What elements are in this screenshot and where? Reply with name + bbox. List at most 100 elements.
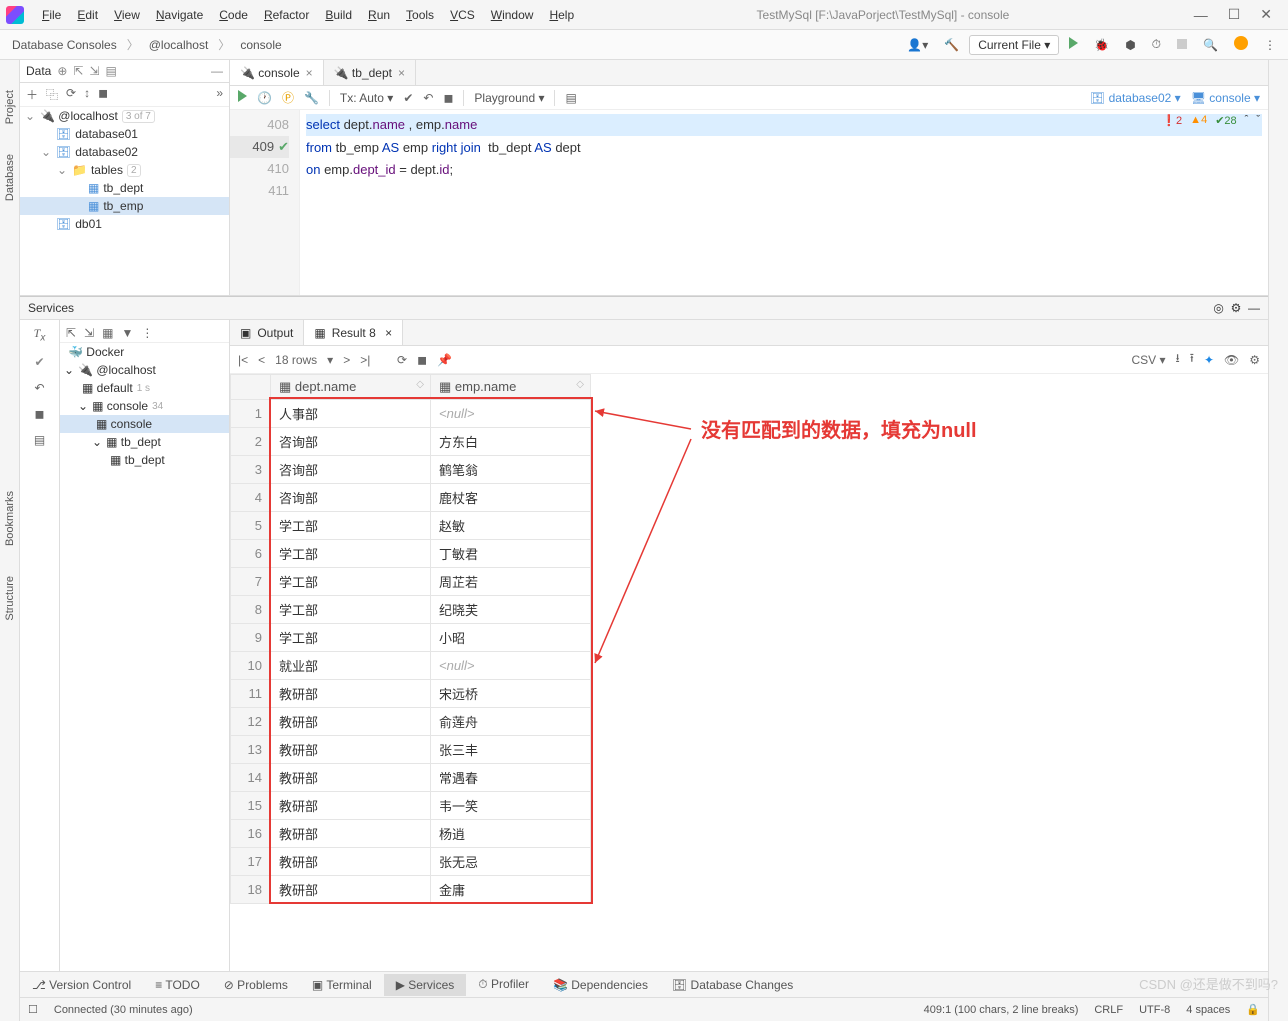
add-icon[interactable]: ⊕ — [57, 64, 67, 78]
playground-dropdown[interactable]: Playground ▾ — [474, 91, 544, 105]
menu-view[interactable]: View — [106, 4, 148, 26]
menu-run[interactable]: Run — [360, 4, 398, 26]
structure-tool-button[interactable]: Structure — [4, 576, 16, 621]
window-minimize-button[interactable]: — — [1184, 7, 1218, 23]
stop-icon[interactable]: ◼ — [98, 86, 108, 103]
explain-icon[interactable]: Ⓟ — [282, 89, 294, 106]
upload-icon[interactable]: ⭱ — [1190, 349, 1194, 370]
bottom-tab-dependencies[interactable]: 📚 Dependencies — [541, 974, 660, 996]
menu-edit[interactable]: Edit — [69, 4, 106, 26]
debug-button[interactable]: 🐞 — [1088, 35, 1115, 55]
update-available-icon[interactable] — [1228, 33, 1254, 56]
hide-panel-icon[interactable]: — — [1248, 301, 1260, 315]
tree-root[interactable]: ⌄🔌 @localhost 3 of 7 — [20, 107, 229, 125]
sync-icon[interactable]: ↕ — [84, 86, 90, 103]
duplicate-icon[interactable]: ⿻ — [46, 86, 58, 103]
menu-help[interactable]: Help — [541, 4, 582, 26]
settings-icon[interactable]: 🔧 — [304, 91, 319, 105]
services-tree[interactable]: ⇱⇲▦▼⋮ 🐳 Docker⌄🔌 @localhost▦ default 1 s… — [60, 320, 230, 971]
editor-tab-tb_dept[interactable]: 🔌 tb_dept × — [324, 60, 416, 85]
compare-icon[interactable]: ✦ — [1204, 353, 1214, 367]
run-button[interactable] — [1063, 34, 1084, 55]
datasource-dropdown[interactable]: 🗄 database02 ▾ — [1090, 91, 1181, 105]
run-config-dropdown[interactable]: Current File ▾ — [969, 35, 1059, 55]
next-page-icon[interactable]: > — [343, 353, 350, 367]
file-encoding[interactable]: UTF-8 — [1139, 1004, 1170, 1016]
breadcrumb-item[interactable]: Database Consoles — [6, 36, 123, 54]
service-node-Docker[interactable]: 🐳 Docker — [60, 343, 229, 361]
coverage-button[interactable]: ⬢ — [1119, 35, 1141, 55]
filter-icon[interactable]: ▤ — [106, 64, 117, 78]
cancel-icon[interactable]: ◼ — [35, 407, 45, 421]
cancel-icon[interactable]: ◼ — [443, 91, 453, 105]
expand-icon[interactable]: ⇱ — [73, 64, 83, 78]
history-icon[interactable]: 🕐 — [257, 91, 272, 105]
search-everywhere-icon[interactable]: 🔍 — [1197, 35, 1224, 55]
menu-window[interactable]: Window — [483, 4, 542, 26]
tree-node-tb_emp[interactable]: ▦ tb_emp — [20, 197, 229, 215]
breadcrumb-item[interactable]: console — [234, 36, 287, 54]
database-tool-button[interactable]: Database — [4, 154, 16, 201]
last-page-icon[interactable]: >| — [360, 353, 370, 367]
service-node-console[interactable]: ⌄▦ console 34 — [60, 397, 229, 415]
more-icon[interactable]: ⋮ — [1258, 35, 1282, 55]
collapse-icon[interactable]: ⇲ — [89, 64, 99, 78]
tx-mode-dropdown[interactable]: Tx: Auto ▾ — [340, 91, 393, 105]
settings-icon[interactable]: ⚙ — [1231, 301, 1242, 315]
menu-code[interactable]: Code — [211, 4, 256, 26]
target-icon[interactable]: ◎ — [1213, 301, 1223, 315]
menu-build[interactable]: Build — [317, 4, 360, 26]
stop-button[interactable] — [1171, 35, 1193, 55]
menu-vcs[interactable]: VCS — [442, 4, 483, 26]
refresh-icon[interactable]: ⟳ — [66, 86, 76, 103]
bottom-tab-version-control[interactable]: ⎇ Version Control — [20, 974, 143, 996]
layout-icon[interactable]: ▤ — [565, 91, 576, 105]
service-node-default[interactable]: ▦ default 1 s — [60, 379, 229, 397]
service-node-tb_dept[interactable]: ▦ tb_dept — [60, 451, 229, 469]
bottom-tab-problems[interactable]: ⊘ Problems — [212, 974, 300, 996]
project-tool-button[interactable]: Project — [4, 90, 16, 124]
bottom-tab-todo[interactable]: ≡ TODO — [143, 974, 212, 996]
line-separator[interactable]: CRLF — [1094, 1004, 1123, 1016]
bottom-tab-profiler[interactable]: ⏱ Profiler — [466, 973, 541, 996]
stop-icon[interactable]: ◼ — [417, 353, 427, 367]
output-tab[interactable]: ▣ Output — [230, 320, 304, 345]
breadcrumb-item[interactable]: @localhost — [143, 36, 215, 54]
prev-page-icon[interactable]: < — [258, 353, 265, 367]
caret-position[interactable]: 409:1 (100 chars, 2 line breaks) — [924, 1004, 1079, 1016]
editor-tab-console[interactable]: 🔌 console × — [230, 60, 324, 85]
indent-setting[interactable]: 4 spaces — [1186, 1004, 1230, 1016]
tree-node-tb_dept[interactable]: ▦ tb_dept — [20, 179, 229, 197]
service-node-console[interactable]: ▦ console — [60, 415, 229, 433]
service-node-@localhost[interactable]: ⌄🔌 @localhost — [60, 361, 229, 379]
rollback-icon[interactable]: ↶ — [423, 91, 433, 105]
commit-icon[interactable]: ✔ — [403, 91, 413, 105]
pin-icon[interactable]: 📌 — [437, 353, 452, 367]
layout-icon[interactable]: ▤ — [34, 433, 45, 447]
menu-navigate[interactable]: Navigate — [148, 4, 211, 26]
tree-node-database01[interactable]: 🗄 database01 — [20, 125, 229, 143]
new-icon[interactable]: ＋ — [26, 86, 38, 103]
tree-node-tables[interactable]: ⌄📁 tables 2 — [20, 161, 229, 179]
tree-node-db01[interactable]: 🗄 db01 — [20, 215, 229, 233]
console-dropdown[interactable]: 🖥 console ▾ — [1191, 91, 1260, 105]
user-icon[interactable]: 👤▾ — [901, 35, 934, 55]
run-query-button[interactable] — [238, 90, 247, 105]
bottom-tab-database-changes[interactable]: 🗄 Database Changes — [660, 974, 805, 996]
rollback-icon[interactable]: ↶ — [34, 381, 44, 395]
menu-refactor[interactable]: Refactor — [256, 4, 317, 26]
result-grid[interactable]: ▦ dept.name◇▦ emp.name◇1人事部<null>2咨询部方东白… — [230, 374, 591, 904]
tree-node-database02[interactable]: ⌄🗄 database02 — [20, 143, 229, 161]
bottom-tab-services[interactable]: ▶ Services — [384, 974, 467, 996]
close-panel-icon[interactable]: — — [211, 64, 223, 78]
more-icon[interactable]: » — [216, 86, 223, 103]
inspection-widget[interactable]: ❗2 ▲4 ✔28 ˆˇ — [1162, 114, 1260, 127]
tx-icon[interactable]: Tx — [34, 326, 46, 343]
export-format-dropdown[interactable]: CSV ▾ — [1131, 353, 1165, 367]
service-node-tb_dept[interactable]: ⌄▦ tb_dept — [60, 433, 229, 451]
window-maximize-button[interactable]: ☐ — [1218, 6, 1251, 23]
view-icon[interactable]: 👁 — [1224, 353, 1239, 367]
sql-editor[interactable]: select dept.name , emp.namefrom tb_emp A… — [300, 110, 1268, 295]
build-hammer-icon[interactable]: 🔨 — [938, 35, 965, 55]
result-tab[interactable]: ▦ Result 8 × — [304, 320, 403, 345]
